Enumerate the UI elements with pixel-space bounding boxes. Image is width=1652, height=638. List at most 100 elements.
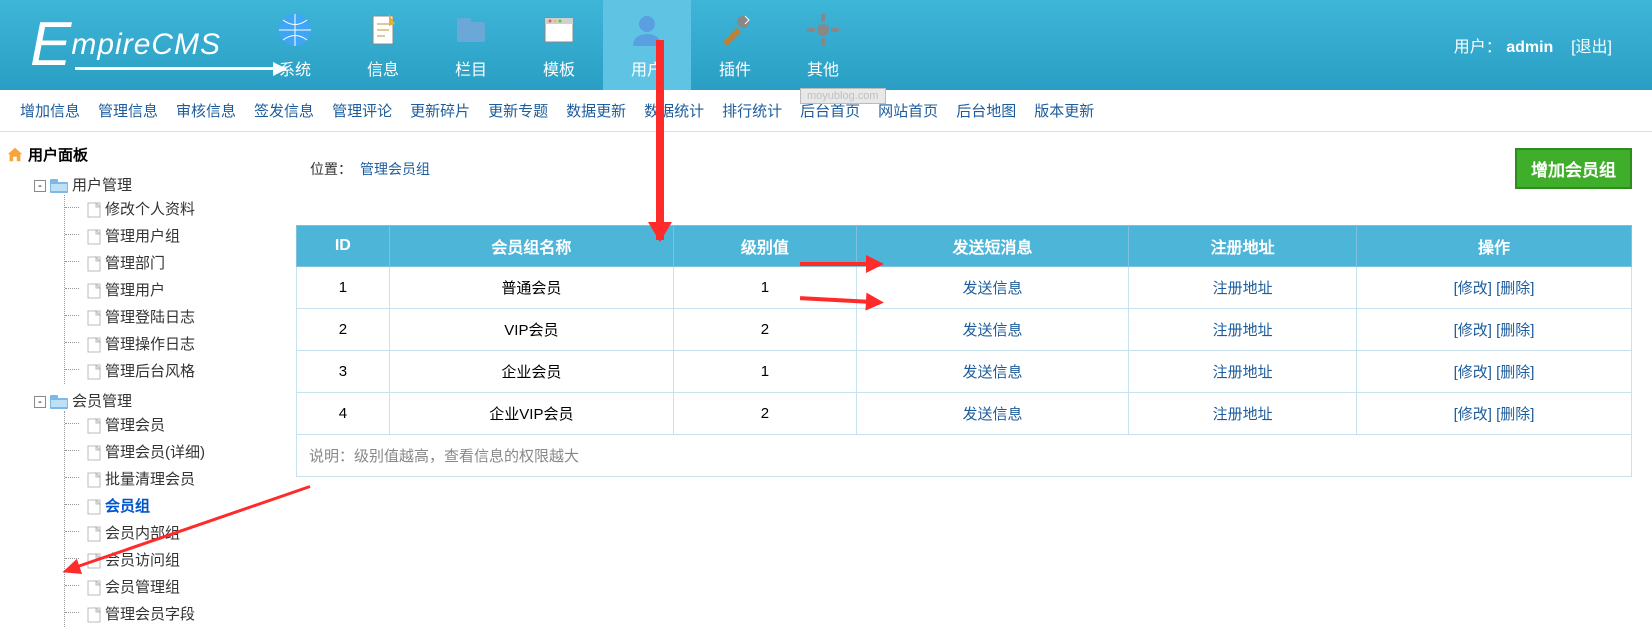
subnav-link-0[interactable]: 增加信息 xyxy=(20,103,80,120)
logo-arrow-icon xyxy=(75,67,275,70)
subnav-link-13[interactable]: 版本更新 xyxy=(1034,103,1094,120)
delete-link[interactable]: [删除] xyxy=(1496,322,1534,339)
delete-link[interactable]: [删除] xyxy=(1496,364,1534,381)
user-icon xyxy=(627,10,667,50)
tree-item-1-1[interactable]: 管理会员(详细) xyxy=(105,444,205,461)
send-link[interactable]: 发送信息 xyxy=(963,364,1023,381)
nav-item-2[interactable]: 栏目 xyxy=(427,0,515,90)
cell-id: 3 xyxy=(297,351,390,393)
page-icon xyxy=(87,553,101,569)
cell-id: 1 xyxy=(297,267,390,309)
subnav-link-3[interactable]: 签发信息 xyxy=(254,103,314,120)
user-label: 用户： xyxy=(1454,39,1502,56)
edit-link[interactable]: [修改] xyxy=(1454,364,1492,381)
send-link[interactable]: 发送信息 xyxy=(963,322,1023,339)
tree-item-1-5[interactable]: 会员访问组 xyxy=(105,552,180,569)
nav-item-0[interactable]: 系统 xyxy=(251,0,339,90)
content: 位置： 管理会员组 增加会员组 ID会员组名称级别值发送短消息注册地址操作 1普… xyxy=(280,132,1652,638)
user-info: 用户： admin [退出] xyxy=(1454,33,1652,57)
reg-link[interactable]: 注册地址 xyxy=(1213,364,1273,381)
delete-link[interactable]: [删除] xyxy=(1496,406,1534,423)
nav-item-6[interactable]: 其他 xyxy=(779,0,867,90)
tree-item-0-3[interactable]: 管理用户 xyxy=(105,282,165,299)
tree-item-0-6[interactable]: 管理后台风格 xyxy=(105,363,195,380)
cell-level: 2 xyxy=(674,309,857,351)
reg-link[interactable]: 注册地址 xyxy=(1213,280,1273,297)
cell-id: 2 xyxy=(297,309,390,351)
watermark: moyublog.com xyxy=(800,88,886,104)
subnav-link-11[interactable]: 网站首页 xyxy=(878,103,938,120)
tree-item-1-3[interactable]: 会员组 xyxy=(105,498,150,515)
sidebar-title: 用户面板 xyxy=(4,140,276,171)
tree-group-0[interactable]: 用户管理 xyxy=(72,177,132,194)
tree-item-0-5[interactable]: 管理操作日志 xyxy=(105,336,195,353)
add-group-button[interactable]: 增加会员组 xyxy=(1515,148,1632,189)
tree-toggle[interactable]: - xyxy=(34,180,46,192)
table-header-1: 会员组名称 xyxy=(389,226,673,267)
subnav-link-12[interactable]: 后台地图 xyxy=(956,103,1016,120)
subnav-link-2[interactable]: 审核信息 xyxy=(176,103,236,120)
send-link[interactable]: 发送信息 xyxy=(963,406,1023,423)
edit-link[interactable]: [修改] xyxy=(1454,280,1492,297)
folder-icon xyxy=(50,395,68,409)
subnav-link-10[interactable]: 后台首页 xyxy=(800,103,860,120)
subnav-link-6[interactable]: 更新专题 xyxy=(488,103,548,120)
table-row: 2VIP会员2发送信息注册地址[修改] [删除] xyxy=(297,309,1632,351)
subnav-link-5[interactable]: 更新碎片 xyxy=(410,103,470,120)
page-icon xyxy=(87,337,101,353)
page-icon xyxy=(87,229,101,245)
logo-big-letter: E xyxy=(30,14,71,76)
tree-item-0-0[interactable]: 修改个人资料 xyxy=(105,201,195,218)
home-icon xyxy=(6,146,24,164)
nav-item-4[interactable]: 用户 xyxy=(603,0,691,90)
tree-group-1[interactable]: 会员管理 xyxy=(72,393,132,410)
logo-rest: mpireCMS xyxy=(71,28,221,62)
subnav-link-8[interactable]: 数据统计 xyxy=(644,103,704,120)
breadcrumb-link[interactable]: 管理会员组 xyxy=(360,159,430,179)
page-icon xyxy=(87,364,101,380)
nav-item-label: 其他 xyxy=(807,56,839,80)
page-icon xyxy=(87,445,101,461)
table-header-3: 发送短消息 xyxy=(856,226,1129,267)
tree-item-1-2[interactable]: 批量清理会员 xyxy=(105,471,195,488)
nav-items: 系统信息栏目模板 用户插件其他 xyxy=(251,0,867,90)
table-header-0: ID xyxy=(297,226,390,267)
page-icon xyxy=(87,499,101,515)
cell-id: 4 xyxy=(297,393,390,435)
edit-link[interactable]: [修改] xyxy=(1454,406,1492,423)
subnav-link-7[interactable]: 数据更新 xyxy=(566,103,626,120)
page-icon xyxy=(87,310,101,326)
tree-item-1-7[interactable]: 管理会员字段 xyxy=(105,606,195,623)
doc-icon xyxy=(363,10,403,50)
subnav-link-4[interactable]: 管理评论 xyxy=(332,103,392,120)
nav-item-label: 模板 xyxy=(543,56,575,80)
tree-item-1-4[interactable]: 会员内部组 xyxy=(105,525,180,542)
logout-link[interactable]: [退出] xyxy=(1571,39,1612,56)
globe-icon xyxy=(275,10,315,50)
send-link[interactable]: 发送信息 xyxy=(963,280,1023,297)
subnav-link-1[interactable]: 管理信息 xyxy=(98,103,158,120)
nav-item-5[interactable]: 插件 xyxy=(691,0,779,90)
page-icon xyxy=(87,607,101,623)
reg-link[interactable]: 注册地址 xyxy=(1213,406,1273,423)
table-row: 3企业会员1发送信息注册地址[修改] [删除] xyxy=(297,351,1632,393)
nav-item-3[interactable]: 模板 xyxy=(515,0,603,90)
delete-link[interactable]: [删除] xyxy=(1496,280,1534,297)
breadcrumb: 位置： 管理会员组 增加会员组 xyxy=(296,140,1632,189)
page-icon xyxy=(87,256,101,272)
tree-toggle[interactable]: - xyxy=(34,396,46,408)
page-icon xyxy=(87,580,101,596)
tree-item-1-6[interactable]: 会员管理组 xyxy=(105,579,180,596)
nav-item-1[interactable]: 信息 xyxy=(339,0,427,90)
reg-link[interactable]: 注册地址 xyxy=(1213,322,1273,339)
tree-item-0-4[interactable]: 管理登陆日志 xyxy=(105,309,195,326)
edit-link[interactable]: [修改] xyxy=(1454,322,1492,339)
cell-level: 2 xyxy=(674,393,857,435)
subnav-link-9[interactable]: 排行统计 xyxy=(722,103,782,120)
tree-item-0-2[interactable]: 管理部门 xyxy=(105,255,165,272)
tree-item-0-1[interactable]: 管理用户组 xyxy=(105,228,180,245)
gear-icon xyxy=(803,10,843,50)
cell-level: 1 xyxy=(674,351,857,393)
page-icon xyxy=(87,472,101,488)
tree-item-1-0[interactable]: 管理会员 xyxy=(105,417,165,434)
